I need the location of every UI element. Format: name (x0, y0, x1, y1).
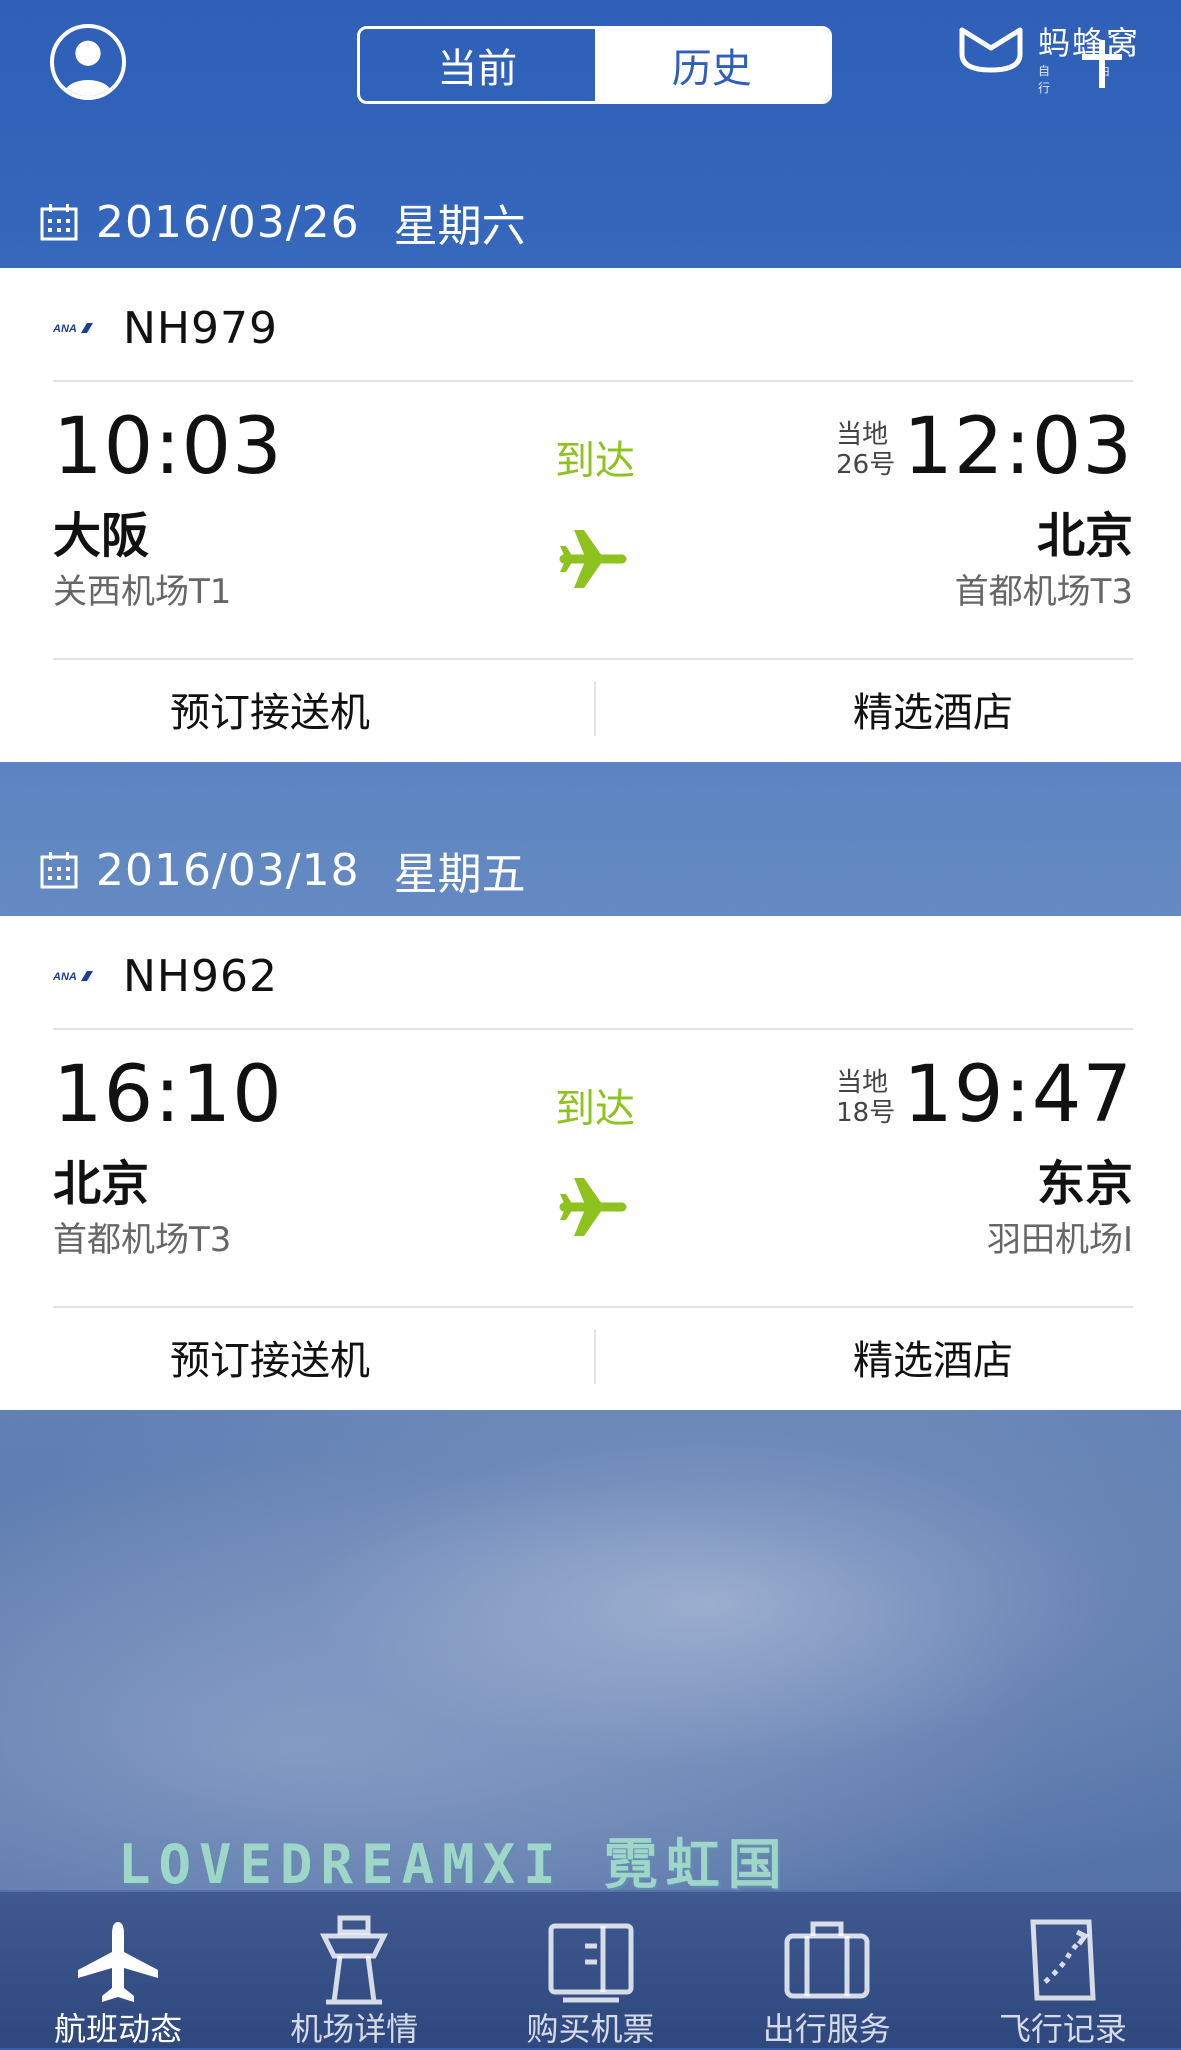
nav-buy-ticket[interactable]: 购买机票 (472, 1892, 708, 2048)
action-separator (594, 682, 596, 736)
watermark-latin: LOVEDREAMXI (118, 1833, 564, 1896)
svg-text:ANA: ANA (53, 971, 77, 983)
hotel-button[interactable]: 精选酒店 (664, 1328, 1181, 1386)
departure-time: 10:03 (53, 402, 283, 492)
nav-label: 出行服务 (762, 2010, 891, 2048)
user-avatar-icon[interactable] (50, 24, 126, 100)
date-header: 2016/03/26 星期六 (0, 180, 1181, 264)
nav-airport-details[interactable]: 机场详情 (236, 1892, 472, 2048)
ticket-icon (548, 1923, 633, 2003)
book-transfer-button[interactable]: 预订接送机 (0, 1328, 540, 1386)
flight-number: NH962 (123, 950, 278, 1002)
nav-label: 航班动态 (54, 2010, 183, 2048)
nav-flight-status[interactable]: 航班动态 (0, 1892, 236, 2048)
flight-number: NH979 (123, 302, 278, 354)
watermark-cn: 霓虹国 (603, 1833, 790, 1896)
nav-label: 机场详情 (290, 2010, 419, 2048)
ana-logo-icon: ANA (53, 971, 93, 983)
local-label: 当地 (836, 420, 889, 450)
departure-city: 北京 (53, 1156, 150, 1212)
add-icon[interactable] (1082, 40, 1122, 88)
map-icon (1030, 1919, 1096, 2001)
plane-icon (559, 1178, 627, 1236)
book-transfer-button[interactable]: 预订接送机 (0, 680, 540, 738)
tab-history[interactable]: 历史 (594, 29, 829, 101)
departure-airport: 关西机场T1 (53, 572, 232, 612)
arrival-time: 12:03 (903, 402, 1133, 492)
arrival-airport: 首都机场T3 (954, 572, 1133, 612)
arrival-time-group: 当地 26号 12:03 (836, 402, 1133, 492)
flight-card[interactable]: ANA NH979 10:03 大阪 关西机场T1 到达 当地 26号 12:0… (0, 268, 1181, 762)
flight-weekday: 星期五 (393, 849, 526, 900)
brand-watermark: 蚂蜂窝 自 由 行 (958, 18, 1168, 95)
suitcase-icon (784, 1921, 870, 1999)
divider (53, 1306, 1133, 1308)
arrival-time: 19:47 (903, 1050, 1133, 1140)
hotel-button[interactable]: 精选酒店 (664, 680, 1181, 738)
flight-date: 2016/03/26 (96, 196, 360, 248)
local-day: 18号 (836, 1098, 896, 1128)
nav-label: 购买机票 (526, 2010, 655, 2048)
local-date: 当地 18号 (836, 1068, 895, 1128)
local-date: 当地 26号 (836, 420, 895, 480)
local-day: 26号 (836, 450, 896, 480)
segmented-control: 当前 历史 (357, 26, 832, 104)
calendar-icon (40, 204, 78, 241)
calendar-icon (40, 852, 78, 889)
nav-flight-record[interactable]: 飞行记录 (945, 1892, 1181, 2048)
arrival-airport: 羽田机场I (986, 1220, 1133, 1260)
flight-header: ANA NH962 (53, 946, 278, 1006)
background-blur (0, 1410, 1181, 1890)
departure-city: 大阪 (53, 508, 150, 564)
flight-status: 到达 (555, 438, 635, 484)
flight-date: 2016/03/18 (96, 844, 360, 896)
flight-card[interactable]: ANA NH962 16:10 北京 首都机场T3 到达 当地 18号 19:4… (0, 916, 1181, 1410)
departure-airport: 首都机场T3 (53, 1220, 232, 1260)
mafengwo-logo-icon (959, 27, 1023, 73)
arrival-city: 北京 (1036, 508, 1133, 564)
tab-current[interactable]: 当前 (360, 29, 595, 101)
flight-header: ANA NH979 (53, 298, 278, 358)
tower-icon (320, 1915, 389, 2005)
divider (53, 380, 1133, 382)
plane-icon (559, 530, 627, 588)
flight-weekday: 星期六 (393, 201, 526, 252)
flight-status: 到达 (555, 1086, 635, 1132)
bottom-navigation: 航班动态 机场详情 购买机票 出行服务 飞行记录 (0, 1892, 1181, 2048)
nav-label: 飞行记录 (998, 2010, 1127, 2048)
divider (53, 1028, 1133, 1030)
arrival-time-group: 当地 18号 19:47 (836, 1050, 1133, 1140)
divider (53, 658, 1133, 660)
watermark-text: LOVEDREAMXI 霓虹国 (118, 1820, 830, 1899)
action-separator (594, 1330, 596, 1384)
departure-time: 16:10 (53, 1050, 283, 1140)
svg-text:ANA: ANA (53, 323, 77, 335)
local-label: 当地 (836, 1068, 889, 1098)
ana-logo-icon: ANA (53, 323, 93, 335)
arrival-city: 东京 (1036, 1156, 1133, 1212)
plane-icon (78, 1922, 159, 2002)
date-header: 2016/03/18 星期五 (0, 828, 1181, 912)
nav-travel-service[interactable]: 出行服务 (709, 1892, 945, 2048)
